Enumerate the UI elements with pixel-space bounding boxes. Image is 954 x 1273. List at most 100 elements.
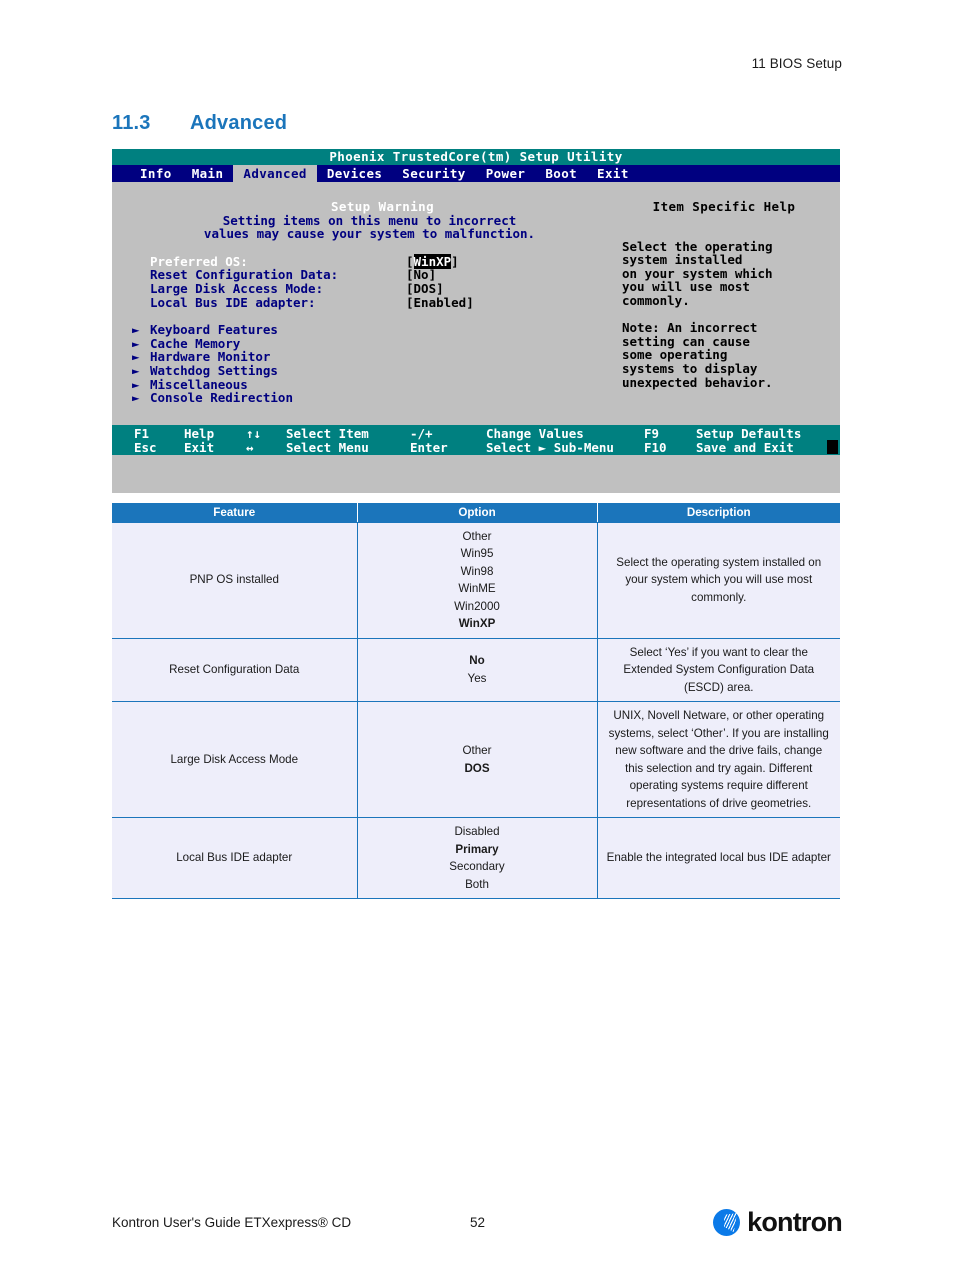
bios-menu-item-advanced[interactable]: Advanced bbox=[233, 165, 317, 182]
table-column-header: Option bbox=[357, 503, 598, 523]
bios-submenu-list: ► Keyboard Features ► Cache Memory ► Hardware… bbox=[112, 323, 597, 405]
table-cell-feature: Reset Configuration Data bbox=[112, 638, 358, 702]
bios-menu-bar: Info Main Advanced Devices Security Power Boot… bbox=[112, 165, 840, 182]
table-cell-description: UNIX, Novell Netware, or other operating… bbox=[597, 701, 840, 818]
table-column-header: Feature bbox=[112, 503, 358, 523]
item-specific-help-panel: Item Specific Help Select the operating s… bbox=[602, 200, 840, 389]
help-line: on your system which bbox=[622, 265, 773, 281]
fk-updown-action: Select Item bbox=[286, 426, 369, 441]
bios-submenu-item[interactable]: ► Watchdog Settings bbox=[132, 364, 597, 378]
fk-plusminus-action: Change Values bbox=[486, 426, 584, 441]
option-value: Other bbox=[462, 744, 492, 757]
bios-setting-value[interactable]: [Enabled] bbox=[406, 295, 474, 310]
bios-submenu-item[interactable]: ► Miscellaneous bbox=[132, 376, 597, 392]
table-header-row: Feature Option Description bbox=[112, 503, 840, 523]
fk-f10-key: F10 bbox=[644, 439, 667, 455]
option-value: Win2000 bbox=[454, 599, 500, 613]
fk-esc-action: Exit bbox=[184, 439, 215, 455]
kontron-logo: kontron bbox=[713, 1207, 843, 1237]
bios-submenu-item[interactable]: ► Cache Memory bbox=[132, 335, 597, 351]
submenu-arrow-icon: ► bbox=[132, 349, 140, 365]
submenu-arrow-icon: ► bbox=[132, 335, 140, 351]
bios-options-table: Feature Option Description PNP OS installe… bbox=[112, 503, 840, 899]
table-cell-description: Enable the integrated local bus IDE adap… bbox=[597, 817, 840, 899]
function-key-row-2: Esc Exit ↔ Select Menu Enter Select ► Su… bbox=[112, 439, 840, 455]
table-row: Reset Configuration Data No Yes Select ‘Yes… bbox=[112, 638, 840, 702]
bios-menu-item-boot[interactable]: Boot bbox=[535, 165, 587, 182]
bios-menu-item-info[interactable]: Info bbox=[130, 165, 182, 182]
bios-submenu-label: Console Redirection bbox=[150, 390, 293, 406]
section-title: Advanced bbox=[190, 112, 288, 134]
bios-settings-panel: Setup Warning Setting items on this menu… bbox=[112, 200, 597, 405]
item-specific-help-body: Select the operating system installed on y… bbox=[602, 238, 840, 390]
bios-setting-value[interactable]: [No] bbox=[406, 268, 436, 282]
table-cell-options: No Yes bbox=[357, 638, 598, 702]
bios-submenu-item[interactable]: ► Keyboard Features bbox=[132, 323, 597, 337]
bios-screenshot: Phoenix TrustedCore(tm) Setup Utility In… bbox=[112, 149, 840, 493]
table-row: PNP OS installed Other Win95 Win98 WinME Win2… bbox=[112, 522, 840, 639]
table-cell-feature: PNP OS installed bbox=[112, 522, 358, 639]
bios-settings-list: Preferred OS: [WinXP] Reset Configuration … bbox=[112, 253, 597, 310]
fk-f9-action: Setup Defaults bbox=[696, 426, 802, 441]
cursor-block bbox=[827, 440, 838, 454]
table-column-header: Description bbox=[597, 503, 840, 523]
help-line: system installed bbox=[622, 252, 743, 268]
kontron-logo-text: kontron bbox=[747, 1207, 843, 1237]
table-cell-options: Other DOS bbox=[357, 701, 598, 818]
setup-warning-line-1: Setting items on this menu to incorrect bbox=[222, 212, 517, 228]
fk-updown-key: ↑↓ bbox=[246, 426, 262, 441]
help-line: setting can cause bbox=[622, 333, 750, 349]
bios-body: Setup Warning Setting items on this menu… bbox=[112, 182, 840, 455]
bios-submenu-item[interactable]: ► Hardware Monitor bbox=[132, 350, 597, 364]
document-page: 11 BIOS Setup 11.3 Advanced Phoenix Trust… bbox=[0, 0, 954, 1273]
bios-menu-item-devices[interactable]: Devices bbox=[317, 165, 392, 182]
bios-setting-row[interactable]: Large Disk Access Mode: [DOS] bbox=[150, 282, 597, 296]
bios-menu-item-power[interactable]: Power bbox=[476, 165, 536, 182]
section-number: 11.3 bbox=[112, 112, 151, 134]
option-value: Secondary bbox=[449, 860, 505, 873]
table-cell-description: Select the operating system installed on… bbox=[597, 522, 840, 639]
option-value: Yes bbox=[467, 671, 487, 685]
bios-menu-item-security[interactable]: Security bbox=[392, 165, 475, 182]
option-value: Both bbox=[465, 877, 489, 891]
bios-setting-row[interactable]: Local Bus IDE adapter: [Enabled] bbox=[150, 294, 597, 310]
table-cell-feature: Local Bus IDE adapter bbox=[112, 817, 358, 899]
table-row: Large Disk Access Mode Other DOS UNIX, Nove… bbox=[112, 701, 840, 818]
option-value-default: Primary bbox=[455, 842, 499, 856]
submenu-arrow-icon: ► bbox=[132, 376, 140, 392]
fk-enter-key: Enter bbox=[410, 439, 448, 455]
bios-menu-item-exit[interactable]: Exit bbox=[587, 165, 639, 182]
option-value: Disabled bbox=[454, 825, 500, 838]
function-key-row-1: F1 Help ↑↓ Select Item -/+ Change Values… bbox=[112, 427, 840, 441]
bios-setting-label: Local Bus IDE adapter: bbox=[150, 294, 316, 310]
fk-plusminus-key: -/+ bbox=[410, 426, 433, 441]
help-line: some operating bbox=[622, 347, 728, 363]
table-body: PNP OS installed Other Win95 Win98 WinME Win2… bbox=[112, 522, 840, 899]
option-value: Win98 bbox=[460, 564, 494, 578]
bios-title-bar: Phoenix TrustedCore(tm) Setup Utility bbox=[112, 149, 840, 165]
option-value: Other bbox=[462, 529, 492, 543]
submenu-arrow-icon: ► bbox=[132, 390, 140, 406]
fk-f10-action: Save and Exit bbox=[696, 439, 794, 455]
option-value-default: No bbox=[469, 654, 485, 668]
setup-warning-line-2: values may cause your system to malfunct… bbox=[203, 226, 536, 242]
footer-guide-text: Kontron User's Guide ETXexpress® CD bbox=[112, 1215, 352, 1230]
option-value-default: WinXP bbox=[458, 617, 496, 630]
help-line: Select the operating bbox=[622, 238, 773, 254]
bios-menu-item-main[interactable]: Main bbox=[182, 165, 234, 182]
submenu-arrow-icon: ► bbox=[132, 322, 140, 338]
bios-setting-value[interactable]: [WinXP] bbox=[406, 253, 459, 269]
option-value: WinME bbox=[458, 582, 496, 595]
kontron-logo-icon bbox=[713, 1209, 741, 1236]
fk-esc-key: Esc bbox=[134, 439, 157, 455]
bios-setting-value[interactable]: [DOS] bbox=[406, 282, 444, 296]
table-cell-description: Select ‘Yes’ if you want to clear the Ex… bbox=[597, 638, 840, 702]
bios-function-key-bar: F1 Help ↑↓ Select Item -/+ Change Values… bbox=[112, 425, 840, 455]
bios-setting-row[interactable]: Preferred OS: [WinXP] bbox=[150, 253, 597, 269]
page-footer: Kontron User's Guide ETXexpress® CD 52 k… bbox=[112, 1207, 843, 1241]
help-line: systems to display bbox=[622, 360, 758, 376]
bios-submenu-item[interactable]: ► Console Redirection bbox=[132, 391, 597, 405]
bios-setting-row[interactable]: Reset Configuration Data: [No] bbox=[150, 268, 597, 282]
fk-enter-action: Select ► Sub-Menu bbox=[486, 439, 614, 455]
help-line: Note: An incorrect bbox=[622, 320, 758, 336]
